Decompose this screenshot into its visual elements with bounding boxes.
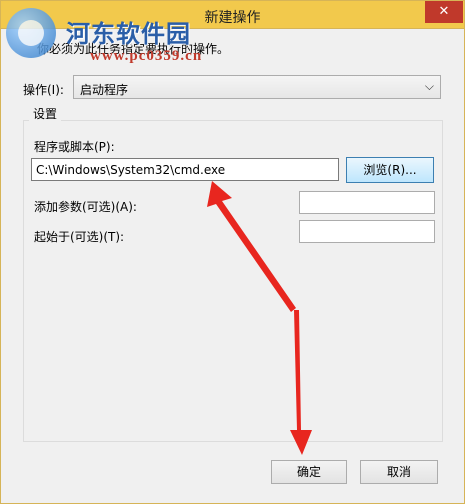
chevron-down-icon: ⌵ (424, 79, 434, 93)
action-select-value: 启动程序 (80, 83, 129, 97)
settings-group-title: 设置 (29, 105, 62, 122)
action-label: 操作(I): (23, 83, 64, 97)
action-select[interactable]: 启动程序 ⌵ (73, 75, 441, 99)
arguments-input[interactable] (299, 191, 435, 214)
new-action-dialog: 新建操作 ✕ 你必须为此任务指定要执行的操作。 操作(I): 启动程序 ⌵ 设置… (0, 0, 465, 504)
program-label: 程序或脚本(P): (34, 140, 115, 154)
ok-button[interactable]: 确定 (271, 460, 347, 484)
window-title: 新建操作 (204, 10, 261, 26)
cancel-button[interactable]: 取消 (360, 460, 438, 484)
start-in-label: 起始于(可选)(T): (34, 230, 125, 244)
close-button[interactable]: ✕ (425, 1, 463, 23)
close-icon: ✕ (438, 4, 450, 19)
start-in-input[interactable] (299, 220, 435, 243)
program-input-value: C:\Windows\System32\cmd.exe (36, 163, 226, 177)
program-input[interactable]: C:\Windows\System32\cmd.exe (31, 158, 339, 181)
arguments-label: 添加参数(可选)(A): (34, 200, 137, 214)
browse-button[interactable]: 浏览(R)... (346, 157, 434, 183)
title-bar[interactable]: 新建操作 ✕ (1, 1, 464, 29)
instruction-text: 你必须为此任务指定要执行的操作。 (37, 42, 230, 56)
